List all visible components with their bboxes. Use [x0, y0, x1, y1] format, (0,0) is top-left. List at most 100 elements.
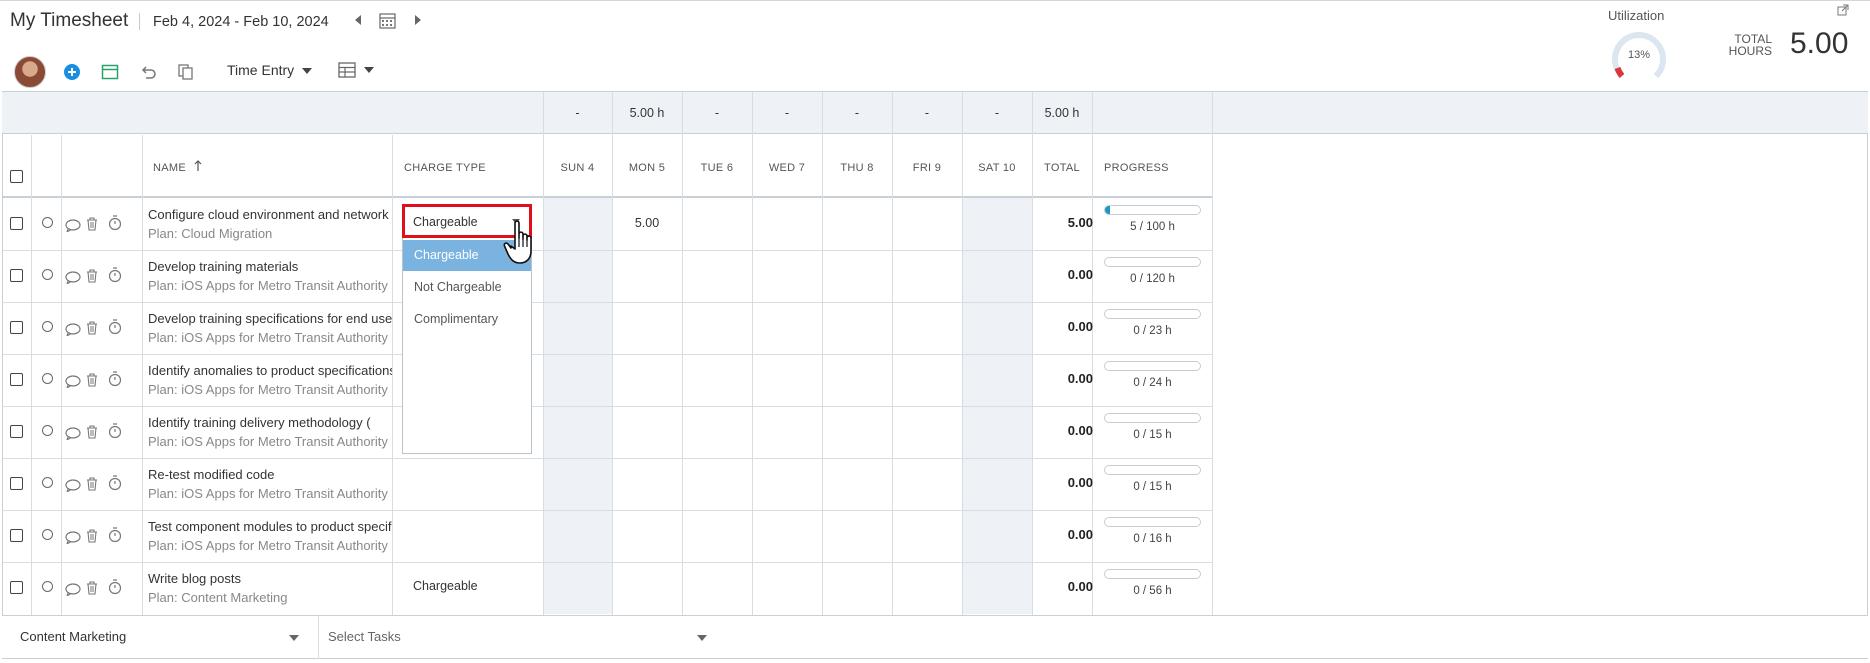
task-name[interactable]: Test component modules to product specif… — [148, 519, 392, 534]
row-checkbox[interactable] — [10, 425, 23, 438]
view-dropdown[interactable]: Time Entry — [227, 62, 313, 78]
undo-icon[interactable] — [139, 63, 157, 81]
task-name[interactable]: Develop training materials — [148, 259, 392, 274]
top-border — [0, 0, 1870, 1]
task-select[interactable]: Select Tasks — [328, 629, 401, 644]
hours-mon[interactable]: 5.00 — [613, 216, 681, 230]
task-name[interactable]: Re-test modified code — [148, 467, 392, 482]
chevron-down-icon[interactable] — [697, 635, 707, 641]
trash-icon[interactable] — [86, 581, 98, 595]
task-plan: Plan: iOS Apps for Metro Transit Authori… — [148, 330, 388, 345]
row-checkbox[interactable] — [10, 321, 23, 334]
row-total: 0.00 — [1067, 475, 1093, 490]
trash-icon[interactable] — [86, 321, 98, 335]
project-select[interactable]: Content Marketing — [20, 629, 126, 644]
total-hours-label-line2: HOURS — [1728, 44, 1772, 58]
comment-icon[interactable] — [65, 375, 81, 388]
charge-option-not-chargeable[interactable]: Not Chargeable — [403, 272, 531, 303]
expand-icon[interactable] — [1837, 4, 1849, 16]
task-name[interactable]: Develop training specifications for end … — [148, 311, 392, 326]
comment-icon[interactable] — [65, 323, 81, 336]
column-header-charge-type[interactable]: CHARGE TYPE — [404, 135, 524, 195]
column-header-progress: PROGRESS — [1104, 162, 1169, 174]
row-checkbox[interactable] — [10, 217, 23, 230]
charge-option-complimentary[interactable]: Complimentary — [403, 304, 531, 335]
trash-icon[interactable] — [86, 425, 98, 439]
status-circle-icon[interactable] — [42, 217, 53, 228]
status-circle-icon[interactable] — [42, 425, 53, 436]
trash-icon[interactable] — [86, 373, 98, 387]
comment-icon[interactable] — [65, 531, 81, 544]
task-plan: Plan: Cloud Migration — [148, 226, 273, 241]
progress-text: 0 / 56 h — [1133, 585, 1172, 597]
select-all-checkbox[interactable] — [10, 170, 23, 183]
status-circle-icon[interactable] — [42, 321, 53, 332]
previous-week-icon[interactable] — [355, 15, 361, 25]
row-checkbox[interactable] — [10, 269, 23, 282]
layout-dropdown[interactable] — [338, 61, 374, 78]
copy-icon[interactable] — [177, 63, 195, 81]
timer-icon[interactable] — [108, 527, 122, 543]
utilization-value: 13% — [1627, 49, 1651, 61]
add-task-bar — [2, 615, 1868, 659]
status-circle-icon[interactable] — [42, 529, 53, 540]
task-name[interactable]: Identify training delivery methodology ( — [148, 415, 392, 430]
progress-text: 0 / 24 h — [1133, 377, 1172, 389]
next-week-icon[interactable] — [415, 15, 421, 25]
column-header-name[interactable]: NAME — [153, 135, 273, 195]
progress-text: 0 / 16 h — [1133, 533, 1172, 545]
row-checkbox[interactable] — [10, 373, 23, 386]
row-total: 0.00 — [1067, 371, 1093, 386]
progress-bar — [1104, 569, 1201, 579]
column-header-mon: MON 5 — [628, 162, 666, 174]
timer-icon[interactable] — [108, 267, 122, 283]
avatar[interactable] — [14, 56, 46, 88]
charge-type-value[interactable]: Chargeable — [413, 579, 478, 593]
progress-bar — [1104, 205, 1201, 215]
status-circle-icon[interactable] — [42, 269, 53, 280]
calendar-icon[interactable] — [101, 63, 119, 81]
row-checkbox[interactable] — [10, 477, 23, 490]
task-plan: Plan: iOS Apps for Metro Transit Authori… — [148, 382, 388, 397]
timer-icon[interactable] — [108, 371, 122, 387]
timer-icon[interactable] — [108, 423, 122, 439]
timer-icon[interactable] — [108, 319, 122, 335]
trash-icon[interactable] — [86, 529, 98, 543]
row-checkbox[interactable] — [10, 581, 23, 594]
timer-icon[interactable] — [108, 475, 122, 491]
column-header-sun: SUN 4 — [560, 162, 595, 174]
column-header-wed: WED 7 — [768, 162, 806, 174]
trash-icon[interactable] — [86, 217, 98, 231]
task-name[interactable]: Write blog posts — [148, 571, 392, 586]
comment-icon[interactable] — [65, 219, 81, 232]
chevron-down-icon[interactable] — [289, 635, 299, 641]
comment-icon[interactable] — [65, 479, 81, 492]
calendar-picker-icon[interactable] — [379, 12, 396, 29]
progress-bar — [1104, 361, 1201, 371]
task-plan: Plan: iOS Apps for Metro Transit Authori… — [148, 278, 388, 293]
trash-icon[interactable] — [86, 477, 98, 491]
add-icon[interactable] — [63, 63, 81, 81]
status-circle-icon[interactable] — [42, 477, 53, 488]
view-dropdown-label: Time Entry — [227, 62, 295, 78]
progress-bar — [1104, 309, 1201, 319]
sort-ascending-icon — [194, 160, 202, 171]
column-header-sat: SAT 10 — [978, 162, 1016, 174]
summary-wed: - — [784, 106, 790, 120]
comment-icon[interactable] — [65, 583, 81, 596]
row-checkbox[interactable] — [10, 529, 23, 542]
task-name[interactable]: Configure cloud environment and network — [148, 207, 392, 222]
chevron-down-icon — [364, 67, 374, 74]
summary-mon: 5.00 h — [629, 106, 665, 120]
page-title: My Timesheet — [10, 10, 129, 31]
progress-text: 0 / 15 h — [1133, 481, 1172, 493]
timer-icon[interactable] — [108, 579, 122, 595]
task-name[interactable]: Identify anomalies to product specificat… — [148, 363, 392, 378]
status-circle-icon[interactable] — [42, 373, 53, 384]
trash-icon[interactable] — [86, 269, 98, 283]
comment-icon[interactable] — [65, 271, 81, 284]
comment-icon[interactable] — [65, 427, 81, 440]
timer-icon[interactable] — [108, 215, 122, 231]
progress-text: 5 / 100 h — [1130, 221, 1175, 233]
status-circle-icon[interactable] — [42, 581, 53, 592]
